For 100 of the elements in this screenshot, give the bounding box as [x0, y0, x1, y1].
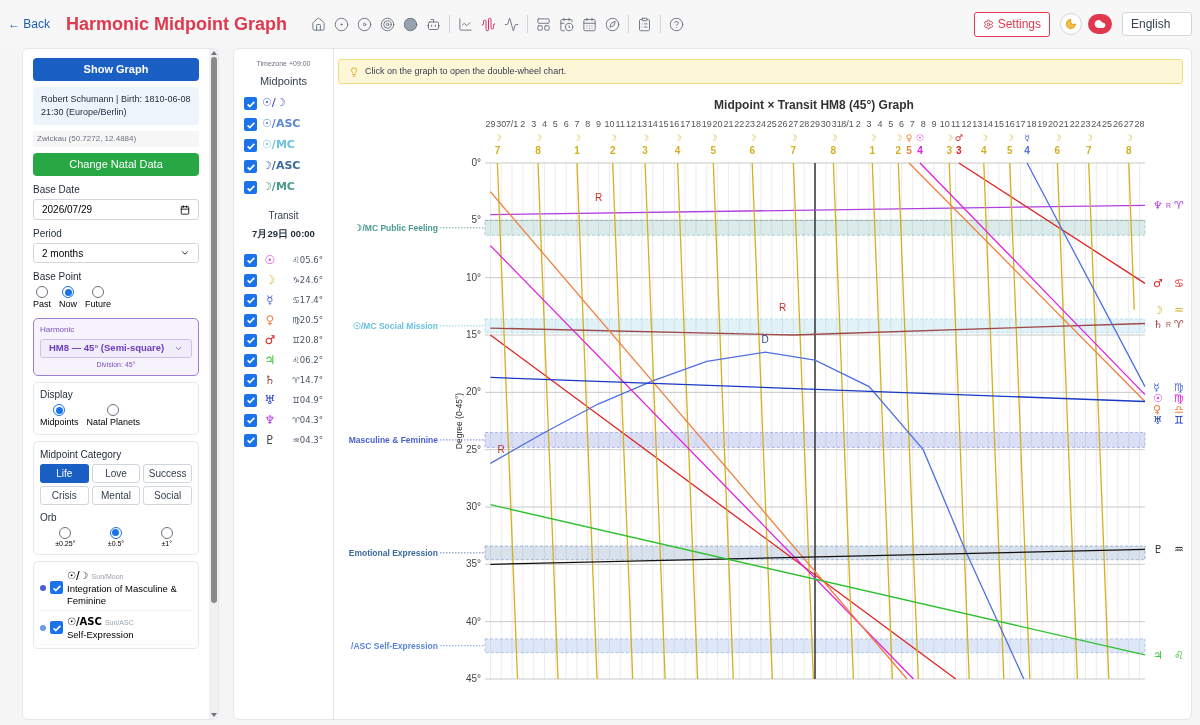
back-link[interactable]: ← Back — [8, 15, 50, 33]
sign-glyph: ♊ — [1174, 413, 1184, 427]
checkbox[interactable] — [244, 433, 257, 447]
date-label: 3 — [866, 119, 872, 129]
date-label: 5 — [552, 119, 558, 129]
checkbox[interactable] — [244, 333, 257, 347]
harmonic-select[interactable]: HM8 — 45° (Semi-square) — [40, 338, 192, 358]
robot-icon[interactable] — [426, 16, 442, 32]
date-label: 7/1 — [505, 119, 519, 129]
checkbox[interactable] — [244, 253, 257, 267]
date-label: 26 — [777, 119, 788, 129]
station-label: R — [778, 301, 787, 313]
clipboard-icon[interactable] — [637, 16, 653, 32]
end-planet-glyph: ♂ — [1153, 277, 1163, 291]
date-label: 13 — [636, 119, 647, 129]
station-label: R — [497, 444, 505, 456]
cloud-toggle[interactable] — [1088, 14, 1112, 34]
planet-position: ♌06.2° — [292, 353, 323, 367]
band-label: ☉/MC Social Mission — [353, 320, 438, 331]
checkbox[interactable] — [244, 393, 257, 407]
theme-toggle[interactable] — [1060, 13, 1082, 35]
pulse-icon[interactable] — [504, 16, 520, 32]
calendar-icon[interactable] — [582, 16, 598, 32]
natal-info: Robert Schumann | Birth: 1810-06-08 21:30 (Europe/Berlin) — [33, 87, 199, 125]
home-icon[interactable] — [311, 16, 327, 32]
transit-marker: ♀ 5 — [905, 133, 913, 156]
date-label: 9 — [596, 119, 602, 129]
checkbox[interactable] — [244, 373, 257, 387]
planet-position: ♈14.7° — [292, 373, 323, 387]
settings-button[interactable]: Settings — [973, 11, 1050, 37]
radio-button[interactable] — [59, 526, 72, 539]
transit-marker: ☽ 5 — [1005, 133, 1014, 156]
date-label: 31 — [831, 119, 842, 129]
calendar-clock-icon[interactable] — [559, 16, 575, 32]
checkbox[interactable] — [244, 181, 257, 194]
checkbox[interactable] — [244, 313, 257, 327]
filled-circle-icon[interactable] — [403, 16, 419, 32]
checkbox[interactable] — [244, 97, 257, 110]
wave-icon[interactable] — [481, 16, 497, 32]
midpoint-label: ☉/ASC — [262, 116, 301, 133]
end-planet-glyph: ♀ — [1153, 402, 1162, 416]
checkbox[interactable] — [244, 413, 257, 427]
date-label: 2 — [520, 119, 526, 129]
planet-position: ♊04.9° — [292, 393, 323, 407]
date-label: 12 — [961, 119, 972, 129]
checkbox[interactable] — [244, 160, 257, 173]
checkbox[interactable] — [244, 118, 257, 131]
period-select[interactable]: 2 months — [33, 243, 199, 263]
date-label: 12 — [626, 119, 637, 129]
sign-glyph: ♈ — [1174, 317, 1184, 331]
radio-label: Natal Planets — [86, 416, 141, 429]
checkbox[interactable] — [244, 139, 257, 152]
date-label: 18 — [1026, 119, 1037, 129]
checkbox[interactable] — [50, 581, 63, 594]
planet-glyph: ♃ — [263, 352, 277, 370]
disc-icon[interactable] — [357, 16, 373, 32]
category-button[interactable]: Crisis — [40, 485, 89, 505]
layout-icon[interactable] — [536, 16, 552, 32]
planet-glyph: ♀ — [264, 312, 276, 330]
date-label: 13 — [972, 119, 983, 129]
midpoint-label: ☉/MC — [262, 137, 295, 154]
date-label: 7 — [909, 119, 915, 129]
target-icon[interactable] — [380, 16, 396, 32]
date-field[interactable]: 2026/07/29 — [33, 199, 199, 220]
radio-button[interactable] — [107, 404, 120, 416]
date-label: 6 — [563, 119, 569, 129]
axis-label: 15° — [465, 329, 481, 340]
scrollbar[interactable] — [209, 49, 218, 719]
show-graph-button[interactable]: Show Graph — [33, 58, 199, 81]
calendar-icon — [180, 204, 190, 215]
radio-button[interactable] — [92, 286, 105, 298]
category-button[interactable]: Social — [143, 485, 192, 505]
category-button[interactable]: Success — [143, 463, 192, 483]
help-icon[interactable] — [669, 16, 685, 32]
circle-dot-icon[interactable] — [334, 16, 350, 32]
planet-glyph: ☿ — [265, 292, 275, 310]
checkbox[interactable] — [50, 621, 63, 634]
date-label: 20 — [1048, 119, 1059, 129]
checkbox[interactable] — [244, 353, 257, 367]
category-button[interactable]: Mental — [91, 485, 141, 505]
end-planet-glyph: ♇ — [1153, 543, 1163, 557]
radio-button[interactable] — [160, 526, 173, 539]
language-select[interactable]: English — [1122, 12, 1192, 36]
compass-icon[interactable] — [605, 16, 621, 32]
end-planet-glyph: ♃ — [1153, 648, 1163, 662]
checkbox[interactable] — [244, 273, 257, 287]
category-button[interactable]: Life — [40, 463, 89, 483]
midpoint-glyph: ☉/☽ — [67, 569, 89, 583]
date-label: 21 — [1058, 119, 1069, 129]
midpoint-label: ☉/☽ — [262, 95, 286, 112]
transit-marker: ☽ 1 — [868, 133, 877, 156]
category-button[interactable]: Love — [91, 463, 141, 483]
date-label: 29 — [485, 119, 496, 129]
checkbox[interactable] — [244, 293, 257, 307]
planet-position: ♌05.6° — [292, 253, 323, 267]
cloud-icon — [1094, 18, 1106, 30]
radio-button[interactable] — [36, 286, 48, 298]
sign-glyph: ♒ — [1174, 303, 1184, 317]
station-label: D — [761, 334, 769, 346]
date-label: 28 — [799, 119, 810, 129]
